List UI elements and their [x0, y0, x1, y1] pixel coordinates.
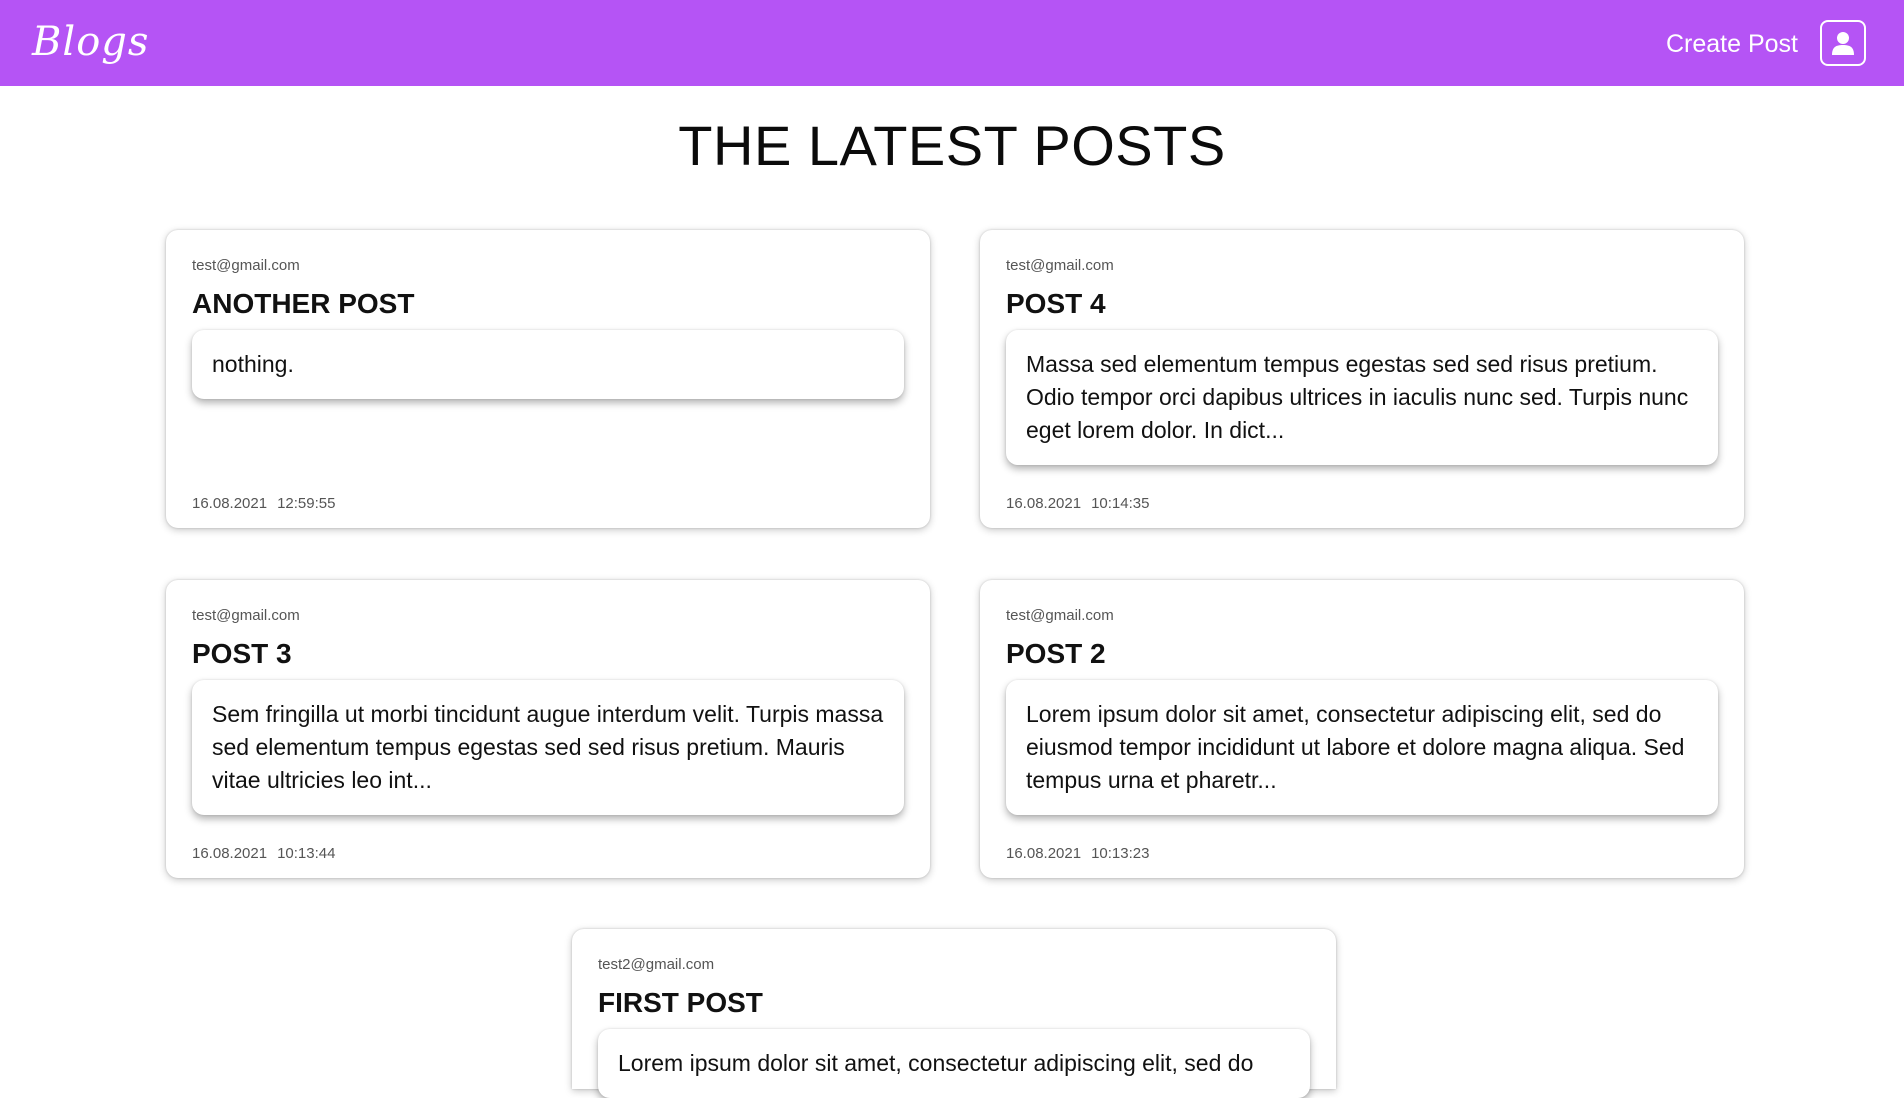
post-excerpt[interactable]: Lorem ipsum dolor sit amet, consectetur … [1006, 680, 1718, 815]
post-date: 16.08.2021 [192, 495, 268, 512]
post-title[interactable]: POST 3 [192, 636, 904, 672]
post-excerpt[interactable]: Massa sed elementum tempus egestas sed s… [1006, 330, 1718, 465]
post-card[interactable]: test@gmail.com POST 3 Sem fringilla ut m… [166, 580, 930, 878]
create-post-link[interactable]: Create Post [1666, 24, 1798, 64]
post-excerpt[interactable]: nothing. [192, 330, 904, 399]
post-time: 10:13:23 [1091, 845, 1150, 862]
page-title: THE LATEST POSTS [678, 114, 1226, 177]
post-timestamp: 16.08.2021 12:59:55 [192, 494, 335, 514]
post-title[interactable]: ANOTHER POST [192, 286, 904, 322]
post-author: test@gmail.com [1006, 257, 1114, 274]
post-title[interactable]: POST 4 [1006, 286, 1718, 322]
post-time: 10:13:44 [277, 845, 336, 862]
post-card[interactable]: test2@gmail.com FIRST POST Lorem ipsum d… [572, 929, 1336, 1098]
post-title[interactable]: POST 2 [1006, 636, 1718, 672]
post-author: test2@gmail.com [598, 956, 715, 973]
post-card[interactable]: test@gmail.com ANOTHER POST nothing. 16.… [166, 230, 930, 528]
post-date: 16.08.2021 [1006, 495, 1082, 512]
post-timestamp: 16.08.2021 10:14:35 [1006, 494, 1149, 514]
post-time: 10:14:35 [1091, 495, 1150, 512]
post-card[interactable]: test@gmail.com POST 2 Lorem ipsum dolor … [980, 580, 1744, 878]
post-time: 12:59:55 [277, 495, 336, 512]
post-excerpt[interactable]: Sem fringilla ut morbi tincidunt augue i… [192, 680, 904, 815]
post-date: 16.08.2021 [192, 845, 268, 862]
post-timestamp: 16.08.2021 10:13:44 [192, 844, 335, 864]
top-navbar: Blogs Create Post [0, 0, 1904, 86]
post-author: test@gmail.com [192, 257, 300, 274]
site-logo[interactable]: Blogs [32, 12, 149, 72]
profile-button[interactable] [1820, 20, 1866, 66]
post-card[interactable]: test@gmail.com POST 4 Massa sed elementu… [980, 230, 1744, 528]
user-icon [1832, 32, 1854, 55]
post-author: test@gmail.com [192, 607, 300, 624]
post-date: 16.08.2021 [1006, 845, 1082, 862]
post-excerpt[interactable]: Lorem ipsum dolor sit amet, consectetur … [598, 1029, 1310, 1098]
post-author: test@gmail.com [1006, 607, 1114, 624]
post-timestamp: 16.08.2021 10:13:23 [1006, 844, 1149, 864]
post-title[interactable]: FIRST POST [598, 985, 1310, 1021]
